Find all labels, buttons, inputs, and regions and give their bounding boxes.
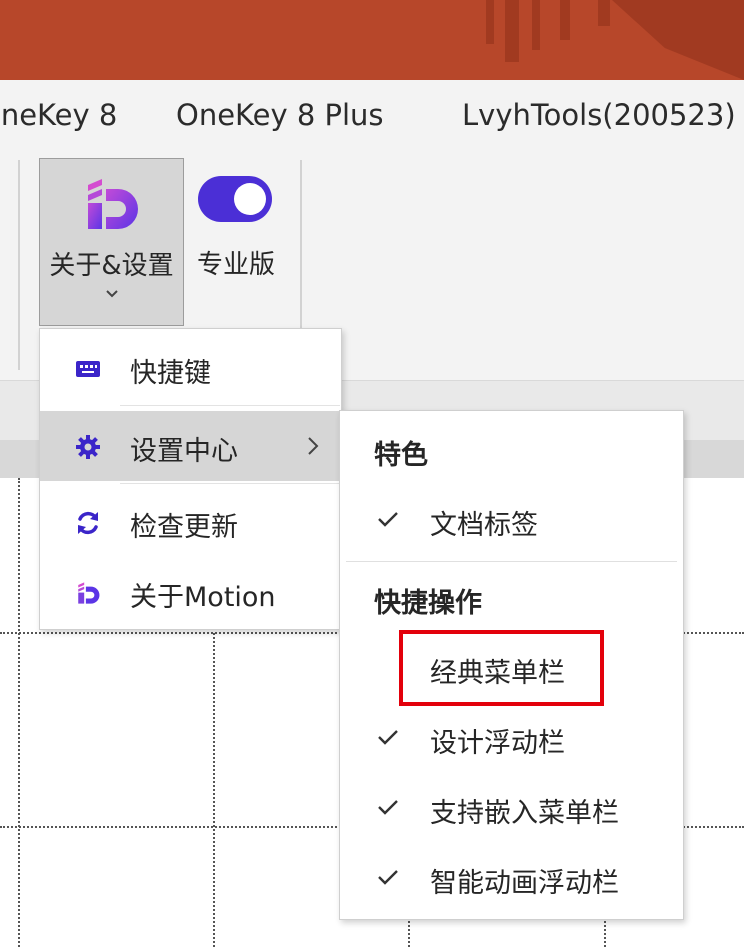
chevron-down-icon (106, 290, 118, 298)
about-settings-button[interactable]: 关于&设置 (39, 158, 184, 326)
refresh-icon (78, 511, 98, 535)
submenu-divider (346, 561, 677, 562)
title-bar-decoration (486, 0, 494, 44)
menu-divider (120, 405, 340, 406)
tab-onekey-8-plus[interactable]: OneKey 8 Plus (176, 98, 384, 132)
guide-line (18, 478, 20, 947)
submenu-item-document-tabs[interactable]: 文档标签 (340, 489, 683, 555)
submenu-section-header: 特色 (374, 440, 428, 471)
guide-line (213, 628, 215, 947)
submenu-item-embedded-menubar[interactable]: 支持嵌入菜单栏 (340, 777, 683, 843)
motion-logo-icon (88, 179, 138, 229)
pro-version-button[interactable]: 专业版 (192, 158, 280, 298)
title-bar-decoration (505, 0, 519, 62)
menu-item-settings-center[interactable]: 设置中心 (40, 411, 341, 481)
submenu-item-design-floating-bar[interactable]: 设计浮动栏 (340, 707, 683, 773)
ribbon-group-divider (300, 160, 302, 330)
annotation-highlight-box (399, 630, 604, 706)
checkmark-icon (378, 730, 398, 745)
menu-item-label: 关于Motion (130, 582, 276, 613)
title-bar-decoration (612, 0, 744, 80)
menu-item-check-updates[interactable]: 检查更新 (40, 487, 341, 557)
guide-line (604, 918, 606, 947)
pro-toggle-switch[interactable] (198, 176, 272, 222)
submenu-item-smart-animation-bar[interactable]: 智能动画浮动栏 (340, 847, 683, 913)
menu-item-about-motion[interactable]: 关于Motion (40, 557, 341, 627)
checkmark-icon (378, 870, 398, 885)
title-bar-decoration (532, 0, 540, 50)
gear-icon (76, 435, 100, 459)
tab-lvyhtools[interactable]: LvyhTools(200523) (462, 98, 736, 132)
menu-item-label: 设置中心 (130, 436, 238, 467)
ribbon-tab-row: OneKey 8 OneKey 8 Plus LvyhTools(200523) (0, 80, 744, 152)
ribbon-group-divider (18, 160, 20, 370)
tab-onekey-8[interactable]: OneKey 8 (0, 98, 117, 132)
guide-line (408, 918, 410, 947)
menu-divider (120, 483, 340, 484)
keyboard-icon (76, 361, 100, 377)
submenu-item-label: 设计浮动栏 (430, 728, 565, 759)
title-bar-decoration (560, 0, 570, 40)
pro-version-label: 专业版 (196, 250, 275, 280)
menu-item-shortcuts[interactable]: 快捷键 (40, 333, 341, 403)
chevron-right-icon (308, 437, 319, 455)
about-settings-dropdown-menu: 快捷键 设置中心 检查更新 关于Motion (39, 328, 342, 630)
submenu-item-label: 支持嵌入菜单栏 (430, 798, 619, 829)
checkmark-icon (378, 512, 398, 527)
title-bar-decoration (598, 0, 610, 26)
about-settings-label: 关于&设置 (49, 251, 174, 281)
submenu-item-label: 智能动画浮动栏 (430, 868, 619, 899)
submenu-section-header: 快捷操作 (374, 588, 482, 619)
menu-item-label: 快捷键 (130, 358, 211, 389)
toggle-knob (234, 183, 266, 215)
menu-item-label: 检查更新 (130, 512, 238, 543)
submenu-item-label: 文档标签 (430, 510, 538, 541)
checkmark-icon (378, 800, 398, 815)
title-bar (0, 0, 744, 80)
motion-logo-icon (78, 582, 100, 604)
